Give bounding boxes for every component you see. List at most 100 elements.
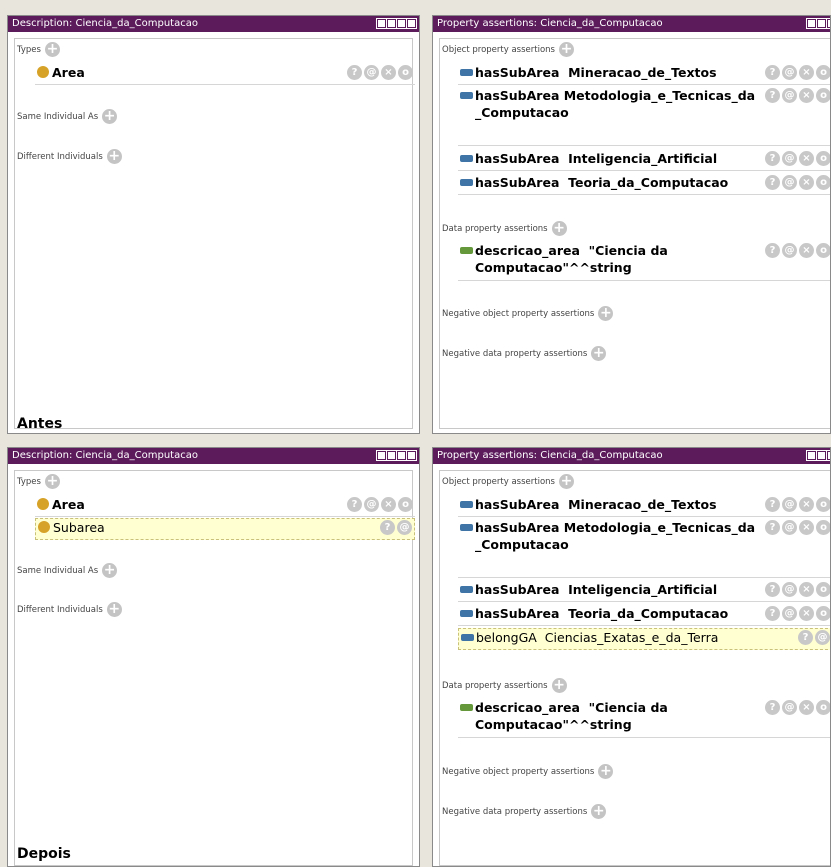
help-icon[interactable]: ? <box>765 582 780 597</box>
property-titlebar[interactable]: Property assertions: Ciencia_da_Computac… <box>433 448 830 464</box>
edit-icon[interactable]: o <box>816 497 830 512</box>
edit-icon[interactable]: o <box>816 520 830 535</box>
annotate-icon[interactable]: @ <box>364 65 379 80</box>
help-icon[interactable]: ? <box>765 151 780 166</box>
edit-icon[interactable]: o <box>816 700 830 715</box>
inferred-object-assertion-row[interactable]: belongGA Ciencias_Exatas_e_da_Terra ? @ <box>458 628 830 650</box>
delete-icon[interactable]: × <box>799 88 814 103</box>
property-titlebar[interactable]: Property assertions: Ciencia_da_Computac… <box>433 16 830 32</box>
edit-icon[interactable]: o <box>816 243 830 258</box>
help-icon[interactable]: ? <box>347 65 362 80</box>
annotate-icon[interactable]: @ <box>782 175 797 190</box>
object-assertion-row[interactable]: hasSubArea Mineracao_de_Textos ? @ × o <box>458 64 830 85</box>
edit-icon[interactable]: o <box>816 65 830 80</box>
window-controls[interactable] <box>376 18 417 29</box>
add-type-plus-icon[interactable]: + <box>44 474 60 489</box>
delete-icon[interactable]: × <box>799 700 814 715</box>
help-icon[interactable]: ? <box>765 175 780 190</box>
float-icon[interactable] <box>806 450 817 461</box>
float-icon[interactable] <box>376 450 387 461</box>
object-assertion-row[interactable]: hasSubArea Mineracao_de_Textos ? @ × o <box>458 496 830 517</box>
annotate-icon[interactable]: @ <box>782 497 797 512</box>
delete-icon[interactable]: × <box>799 65 814 80</box>
minimize-icon[interactable] <box>386 450 397 461</box>
annotate-icon[interactable]: @ <box>782 65 797 80</box>
object-assertion-row[interactable]: hasSubArea Inteligencia_Artificial ? @ ×… <box>458 581 830 602</box>
help-icon[interactable]: ? <box>765 700 780 715</box>
edit-icon[interactable]: o <box>816 175 830 190</box>
annotate-icon[interactable]: @ <box>782 606 797 621</box>
object-assertion-row[interactable]: hasSubArea Metodologia_e_Tecnicas_da_Com… <box>458 519 830 578</box>
add-negative-data-property-plus-icon[interactable]: + <box>591 804 607 819</box>
delete-icon[interactable]: × <box>799 497 814 512</box>
delete-icon[interactable]: × <box>799 243 814 258</box>
inferred-type-row[interactable]: Subarea ? @ <box>35 518 415 540</box>
annotate-icon[interactable]: @ <box>364 497 379 512</box>
data-assertion-row[interactable]: descricao_area "Ciencia da Computacao"^^… <box>458 699 830 738</box>
object-assertion-row[interactable]: hasSubArea Inteligencia_Artificial ? @ ×… <box>458 150 830 171</box>
maximize-icon[interactable] <box>826 18 830 29</box>
edit-icon[interactable]: o <box>398 65 413 80</box>
window-controls[interactable] <box>376 450 417 461</box>
add-different-individual-plus-icon[interactable]: + <box>106 602 122 617</box>
delete-icon[interactable]: × <box>799 606 814 621</box>
edit-icon[interactable]: o <box>816 151 830 166</box>
annotate-icon[interactable]: @ <box>782 88 797 103</box>
maximize-icon[interactable] <box>396 18 407 29</box>
add-negative-object-property-plus-icon[interactable]: + <box>598 306 614 321</box>
float-icon[interactable] <box>376 18 387 29</box>
help-icon[interactable]: ? <box>765 243 780 258</box>
edit-icon[interactable]: o <box>398 497 413 512</box>
description-titlebar[interactable]: Description: Ciencia_da_Computacao <box>8 448 419 464</box>
add-data-property-plus-icon[interactable]: + <box>551 221 567 236</box>
add-same-individual-plus-icon[interactable]: + <box>102 563 118 578</box>
type-row[interactable]: Area ? @ × o <box>35 496 415 517</box>
delete-icon[interactable]: × <box>381 497 396 512</box>
minimize-icon[interactable] <box>816 18 827 29</box>
help-icon[interactable]: ? <box>765 88 780 103</box>
edit-icon[interactable]: o <box>816 606 830 621</box>
add-object-property-plus-icon[interactable]: + <box>558 474 574 489</box>
maximize-icon[interactable] <box>396 450 407 461</box>
annotate-icon[interactable]: @ <box>782 151 797 166</box>
help-icon[interactable]: ? <box>347 497 362 512</box>
add-negative-object-property-plus-icon[interactable]: + <box>598 764 614 779</box>
delete-icon[interactable]: × <box>799 520 814 535</box>
add-same-individual-plus-icon[interactable]: + <box>102 109 118 124</box>
delete-icon[interactable]: × <box>799 151 814 166</box>
data-assertion-row[interactable]: descricao_area "Ciencia da Computacao"^^… <box>458 242 830 281</box>
object-assertion-row[interactable]: hasSubArea Teoria_da_Computacao ? @ × o <box>458 605 830 626</box>
help-icon[interactable]: ? <box>765 606 780 621</box>
delete-icon[interactable]: × <box>381 65 396 80</box>
add-object-property-plus-icon[interactable]: + <box>558 42 574 57</box>
close-icon[interactable] <box>406 18 417 29</box>
annotate-icon[interactable]: @ <box>397 520 412 535</box>
minimize-icon[interactable] <box>816 450 827 461</box>
window-controls[interactable] <box>806 18 830 29</box>
help-icon[interactable]: ? <box>765 65 780 80</box>
annotate-icon[interactable]: @ <box>782 520 797 535</box>
add-different-individual-plus-icon[interactable]: + <box>106 149 122 164</box>
edit-icon[interactable]: o <box>816 582 830 597</box>
help-icon[interactable]: ? <box>380 520 395 535</box>
object-assertion-row[interactable]: hasSubArea Teoria_da_Computacao ? @ × o <box>458 174 830 195</box>
annotate-icon[interactable]: @ <box>782 243 797 258</box>
object-assertion-row[interactable]: hasSubArea Metodologia_e_Tecnicas_da_Com… <box>458 87 830 146</box>
minimize-icon[interactable] <box>386 18 397 29</box>
add-negative-data-property-plus-icon[interactable]: + <box>591 346 607 361</box>
edit-icon[interactable]: o <box>816 88 830 103</box>
add-data-property-plus-icon[interactable]: + <box>551 678 567 693</box>
help-icon[interactable]: ? <box>765 497 780 512</box>
description-titlebar[interactable]: Description: Ciencia_da_Computacao <box>8 16 419 32</box>
annotate-icon[interactable]: @ <box>815 630 830 645</box>
delete-icon[interactable]: × <box>799 582 814 597</box>
help-icon[interactable]: ? <box>798 630 813 645</box>
float-icon[interactable] <box>806 18 817 29</box>
window-controls[interactable] <box>806 450 830 461</box>
help-icon[interactable]: ? <box>765 520 780 535</box>
delete-icon[interactable]: × <box>799 175 814 190</box>
annotate-icon[interactable]: @ <box>782 582 797 597</box>
maximize-icon[interactable] <box>826 450 830 461</box>
close-icon[interactable] <box>406 450 417 461</box>
annotate-icon[interactable]: @ <box>782 700 797 715</box>
